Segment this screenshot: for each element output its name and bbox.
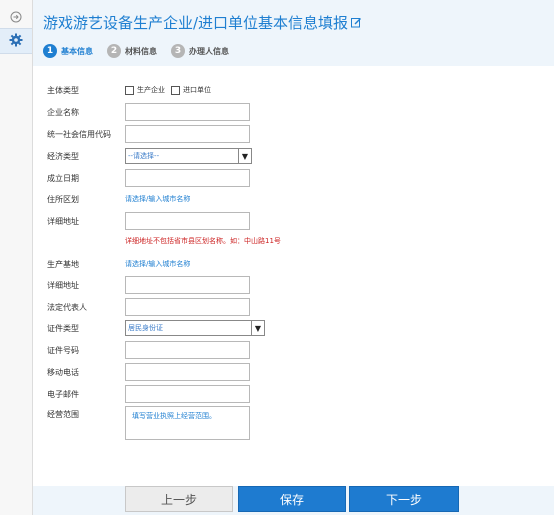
exit-icon <box>10 8 22 27</box>
checkbox-label: 生产企业 <box>137 86 165 94</box>
id-type-label: 证件类型 <box>47 323 79 333</box>
gear-icon <box>9 32 23 51</box>
row-business-scope: 经营范围 <box>33 404 554 424</box>
production-base-label: 生产基地 <box>47 259 79 269</box>
economic-type-label: 经济类型 <box>47 151 79 161</box>
step-label: 材料信息 <box>125 46 157 56</box>
step-number: 3 <box>171 44 185 58</box>
residence-region-link[interactable]: 请选择/输入城市名称 <box>125 194 190 204</box>
subject-type-options: 生产企业 进口单位 <box>125 85 217 95</box>
step-handler-info[interactable]: 3 办理人信息 <box>171 44 229 58</box>
mobile-label: 移动电话 <box>47 367 79 377</box>
main-panel: 游戏游艺设备生产企业/进口单位基本信息填报 1 基本信息 2 材料信息 3 办理… <box>33 0 554 515</box>
address-hint: 详细地址不包括省市县区划名称。如：中山路11号 <box>125 237 281 245</box>
base-detail-address-input[interactable] <box>125 276 250 294</box>
row-residence-region: 住所区划 请选择/输入城市名称 <box>33 189 554 209</box>
prev-button[interactable]: 上一步 <box>125 486 233 512</box>
business-scope-textarea[interactable]: 填写营业执照上经营范围。 <box>125 406 250 440</box>
textarea-placeholder: 填写营业执照上经营范围。 <box>132 412 216 420</box>
row-establish-date: 成立日期 <box>33 168 554 188</box>
step-number: 1 <box>43 44 57 58</box>
page-title: 游戏游艺设备生产企业/进口单位基本信息填报 <box>43 12 362 33</box>
email-label: 电子邮件 <box>47 389 79 399</box>
row-production-base: 生产基地 请选择/输入城市名称 <box>33 254 554 274</box>
row-base-detail-address: 详细地址 <box>33 275 554 295</box>
company-name-input[interactable] <box>125 103 250 121</box>
id-number-input[interactable] <box>125 341 250 359</box>
select-value: 居民身份证 <box>128 324 163 332</box>
button-bar: 上一步 保存 下一步 <box>33 486 554 515</box>
row-legal-rep: 法定代表人 <box>33 297 554 317</box>
save-button[interactable]: 保存 <box>238 486 346 512</box>
row-mobile: 移动电话 <box>33 362 554 382</box>
base-detail-address-label: 详细地址 <box>47 280 79 290</box>
page-title-text: 游戏游艺设备生产企业/进口单位基本信息填报 <box>43 14 349 32</box>
row-address-hint: 详细地址不包括省市县区划名称。如：中山路11号 <box>33 231 554 251</box>
mobile-input[interactable] <box>125 363 250 381</box>
edit-icon[interactable] <box>351 17 362 28</box>
step-basic-info[interactable]: 1 基本信息 <box>43 44 93 58</box>
sidebar-exit-button[interactable] <box>0 6 32 28</box>
legal-rep-input[interactable] <box>125 298 250 316</box>
checkbox-box[interactable] <box>125 85 134 95</box>
credit-code-input[interactable] <box>125 125 250 143</box>
establish-date-label: 成立日期 <box>47 173 79 183</box>
detail-address-label: 详细地址 <box>47 216 79 226</box>
row-id-type: 证件类型 居民身份证 ▼ <box>33 318 554 338</box>
row-company-name: 企业名称 <box>33 102 554 122</box>
production-base-link[interactable]: 请选择/输入城市名称 <box>125 259 190 269</box>
subject-type-label: 主体类型 <box>47 85 79 95</box>
step-material-info[interactable]: 2 材料信息 <box>107 44 157 58</box>
step-label: 基本信息 <box>61 46 93 56</box>
row-email: 电子邮件 <box>33 384 554 404</box>
sidebar-settings-button[interactable] <box>0 28 32 54</box>
detail-address-input[interactable] <box>125 212 250 230</box>
checkbox-producer[interactable]: 生产企业 <box>125 85 165 95</box>
sidebar <box>0 0 33 515</box>
chevron-down-icon[interactable]: ▼ <box>238 149 251 163</box>
residence-region-label: 住所区划 <box>47 194 79 204</box>
email-input[interactable] <box>125 385 250 403</box>
company-name-label: 企业名称 <box>47 107 79 117</box>
row-subject-type: 主体类型 生产企业 进口单位 <box>33 80 554 100</box>
row-detail-address: 详细地址 <box>33 211 554 231</box>
business-scope-label: 经营范围 <box>47 409 79 419</box>
checkbox-box[interactable] <box>171 85 180 95</box>
row-credit-code: 统一社会信用代码 <box>33 124 554 144</box>
id-type-select[interactable]: 居民身份证 ▼ <box>125 320 265 336</box>
next-button[interactable]: 下一步 <box>349 486 459 512</box>
step-indicator: 1 基本信息 2 材料信息 3 办理人信息 <box>43 44 243 58</box>
economic-type-select[interactable]: --请选择-- ▼ <box>125 148 252 164</box>
credit-code-label: 统一社会信用代码 <box>47 129 111 139</box>
chevron-down-icon[interactable]: ▼ <box>251 321 264 335</box>
checkbox-importer[interactable]: 进口单位 <box>171 85 211 95</box>
legal-rep-label: 法定代表人 <box>47 302 87 312</box>
form-card: 主体类型 生产企业 进口单位 企业名称 统一社会信用代码 经济类型 --请选择-… <box>33 66 554 486</box>
step-label: 办理人信息 <box>189 46 229 56</box>
step-number: 2 <box>107 44 121 58</box>
row-economic-type: 经济类型 --请选择-- ▼ <box>33 146 554 166</box>
checkbox-label: 进口单位 <box>183 86 211 94</box>
select-value: --请选择-- <box>128 152 160 160</box>
row-id-number: 证件号码 <box>33 340 554 360</box>
establish-date-input[interactable] <box>125 169 250 187</box>
id-number-label: 证件号码 <box>47 345 79 355</box>
